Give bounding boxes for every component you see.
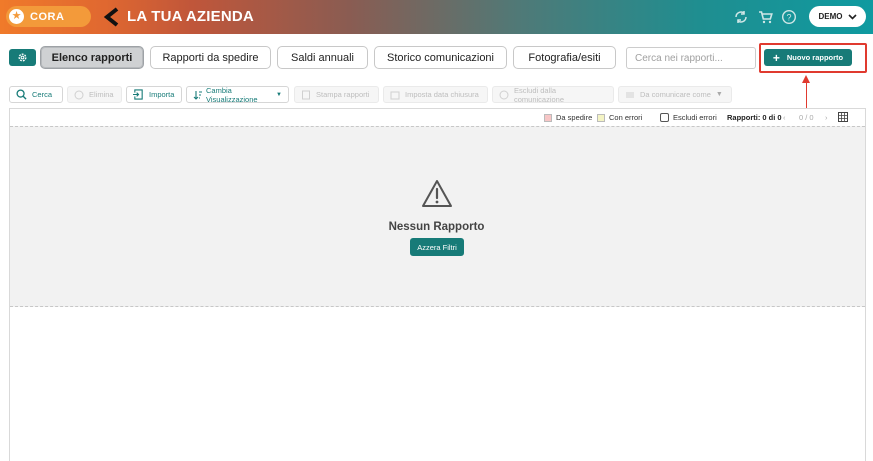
prev-page-icon[interactable]: ‹ — [783, 113, 786, 122]
checkbox-box[interactable] — [660, 113, 669, 122]
gear-icon — [18, 53, 27, 62]
list-icon — [626, 92, 634, 97]
tab-fotografia-esiti[interactable]: Fotografia/esiti — [513, 46, 616, 69]
reset-filters-button[interactable]: Azzera Filtri — [410, 238, 464, 256]
back-chevron-icon[interactable] — [103, 7, 121, 27]
importa-label: Importa — [149, 90, 175, 99]
new-report-label: Nuovo rapporto — [786, 53, 844, 62]
importa-button[interactable]: Importa — [126, 86, 182, 103]
legend-con-errori: Con errori — [597, 113, 642, 122]
empty-state-title: Nessun Rapporto — [388, 221, 485, 233]
help-icon[interactable]: ? — [781, 9, 797, 25]
cerca-label: Cerca — [32, 90, 53, 99]
svg-text:?: ? — [786, 12, 791, 22]
reports-count: Rapporti: 0 di 0 — [727, 113, 782, 122]
elimina-button[interactable]: Elimina — [67, 86, 122, 103]
legend-da-spedire: Da spedire — [544, 113, 592, 122]
cambia-label: Cambia Visualizzazione — [206, 85, 258, 104]
stampa-rapporti-button[interactable]: Stampa rapporti — [294, 86, 379, 103]
chevron-down-icon — [847, 13, 857, 20]
sync-icon[interactable] — [733, 9, 749, 25]
pink-swatch — [544, 113, 552, 122]
empty-state-panel — [10, 126, 865, 307]
warning-icon — [422, 180, 452, 207]
escludi-label: Escludi dalla comunicazione — [514, 85, 565, 104]
legend-con-errori-label: Con errori — [609, 113, 643, 122]
company-title: LA TUA AZIENDA — [127, 8, 254, 25]
import-icon — [133, 89, 143, 100]
delete-icon — [74, 90, 84, 99]
cerca-button[interactable]: Cerca — [9, 86, 63, 103]
calendar-icon — [390, 91, 400, 99]
next-page-icon[interactable]: › — [825, 113, 828, 122]
da-comunicare-come-dropdown[interactable]: Da comunicare come ▼ — [618, 86, 732, 103]
search-input[interactable] — [626, 47, 756, 69]
tab-storico-comunicazioni[interactable]: Storico comunicazioni — [374, 46, 507, 69]
escludi-errori-checkbox[interactable]: Escludi errori — [660, 113, 717, 122]
legend-da-spedire-label: Da spedire — [556, 113, 593, 122]
escludi-comunicazione-button[interactable]: Escludi dalla comunicazione — [492, 85, 614, 104]
pager-text: 0 / 0 — [799, 113, 814, 122]
tab-saldi-annuali[interactable]: Saldi annuali — [277, 46, 368, 69]
yellow-swatch — [597, 113, 605, 122]
plus-icon: + — [772, 50, 780, 65]
imposta-data-chiusura-button[interactable]: Imposta data chiusura — [383, 86, 488, 103]
caret-down-icon: ▼ — [715, 91, 723, 98]
tab-rapporti-da-spedire[interactable]: Rapporti da spedire — [150, 46, 271, 69]
app-header: ★ CORA LA TUA AZIENDA ? DEMO — [0, 0, 873, 34]
cora-logo[interactable]: ★ CORA — [6, 6, 91, 27]
print-icon — [302, 90, 310, 99]
escludi-errori-label: Escludi errori — [673, 113, 717, 122]
sort-icon — [193, 90, 202, 100]
exclude-icon — [499, 90, 509, 99]
table-columns-icon[interactable] — [838, 112, 848, 122]
new-report-button[interactable]: + Nuovo rapporto — [764, 49, 852, 66]
imposta-label: Imposta data chiusura — [405, 90, 479, 99]
search-icon — [16, 89, 27, 100]
logo-text: CORA — [30, 10, 65, 23]
user-label: DEMO — [818, 12, 843, 21]
user-menu-button[interactable]: DEMO — [809, 6, 866, 27]
stampa-label: Stampa rapporti — [316, 90, 370, 99]
comunicare-label: Da comunicare come — [640, 90, 711, 99]
star-icon: ★ — [9, 9, 24, 24]
tab-elenco-rapporti[interactable]: Elenco rapporti — [40, 46, 144, 69]
settings-button[interactable] — [9, 49, 36, 66]
cart-icon[interactable] — [758, 9, 774, 25]
elimina-label: Elimina — [89, 90, 114, 99]
cambia-visualizzazione-dropdown[interactable]: Cambia Visualizzazione ▼ — [186, 85, 289, 104]
caret-down-icon: ▼ — [276, 91, 282, 98]
